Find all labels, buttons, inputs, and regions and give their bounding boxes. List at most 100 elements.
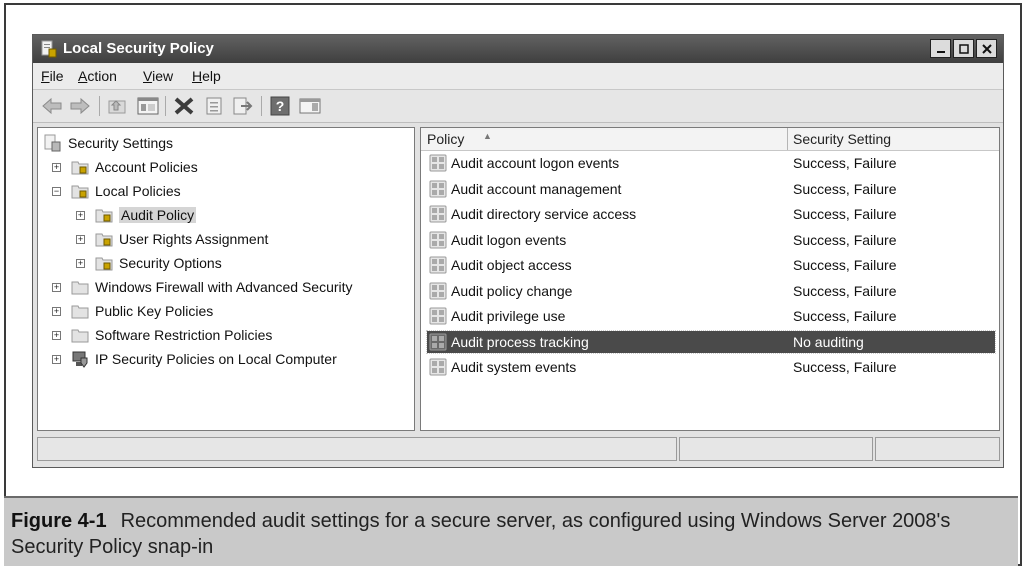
minimize-icon [936,50,945,53]
toolbar: ? [33,90,1003,123]
column-header-policy[interactable]: Policy [427,131,464,147]
menu-help[interactable]: Help [192,68,221,84]
app-window: Local Security Policy File Action View H… [32,34,1004,468]
policy-name: Audit logon events [451,231,567,248]
back-icon[interactable] [41,96,63,116]
folder-icon [71,281,89,295]
tree-item-account-policies[interactable]: + Account Policies [52,156,198,178]
table-row[interactable]: Audit privilege use Success, Failure [427,305,995,327]
policy-setting: No auditing [793,333,864,350]
policy-name: Audit policy change [451,282,573,299]
sort-ascending-icon: ▲ [483,131,492,141]
expand-icon[interactable]: + [76,210,85,220]
audit-policy-icon [429,307,447,325]
expand-icon[interactable]: + [76,234,85,244]
expand-icon[interactable]: + [52,330,61,340]
tree-item-public-key-policies[interactable]: + Public Key Policies [52,300,213,322]
status-panel-3 [875,437,1000,461]
table-row[interactable]: Audit object access Success, Failure [427,254,995,276]
expand-icon[interactable]: + [52,282,61,292]
policy-setting: Success, Failure [793,231,897,248]
security-policy-icon [41,40,57,58]
toolbar-separator [165,96,166,116]
tree-item-user-rights-assignment[interactable]: + User Rights Assignment [76,228,268,250]
show-hide-tree-icon[interactable] [137,96,159,116]
audit-policy-icon [429,256,447,274]
policy-name: Audit process tracking [451,333,589,350]
column-header-security-setting[interactable]: Security Setting [793,131,891,147]
tree-item-windows-firewall[interactable]: + Windows Firewall with Advanced Securit… [52,276,353,298]
policy-name: Audit object access [451,257,572,273]
figure-caption: Figure 4-1 Recommended audit settings for… [4,496,1018,566]
audit-policy-icon [429,333,447,350]
action-pane-icon[interactable] [299,96,321,116]
console-tree: Security Settings + Account Policies − L… [37,127,415,431]
list-header: Policy ▲ Security Setting [421,128,999,151]
audit-policy-icon [429,154,447,172]
tree-item-software-restriction-policies[interactable]: + Software Restriction Policies [52,324,272,346]
table-row[interactable]: Audit account management Success, Failure [427,178,995,200]
toolbar-separator [99,96,100,116]
expand-icon[interactable]: + [76,258,85,268]
tree-item-security-settings[interactable]: Security Settings [44,132,173,154]
policy-name: Audit privilege use [451,308,566,324]
table-row[interactable]: Audit system events Success, Failure [427,356,995,378]
properties-icon[interactable] [203,96,225,116]
title-bar[interactable]: Local Security Policy [33,35,1003,63]
toolbar-separator [261,96,262,116]
window-title: Local Security Policy [63,40,214,57]
policy-setting: Success, Failure [793,206,897,222]
tree-item-security-options[interactable]: + Security Options [76,252,222,274]
table-row[interactable]: Audit logon events Success, Failure [427,229,995,251]
menu-file[interactable]: File [41,68,64,84]
folder-icon [71,305,89,319]
policy-list: Policy ▲ Security Setting Audit account … [420,127,1000,431]
table-row[interactable]: Audit policy change Success, Failure [427,280,995,302]
table-row[interactable]: Audit directory service access Success, F… [427,203,995,225]
policy-name: Audit directory service access [451,206,637,222]
policy-name: Audit account management [451,180,622,197]
folder-lock-icon [95,257,113,271]
help-icon[interactable]: ? [269,96,291,116]
policy-setting: Success, Failure [793,359,897,375]
table-row[interactable]: Audit process tracking No auditing [426,329,996,354]
export-list-icon[interactable] [231,96,253,116]
menu-view[interactable]: View [143,68,173,84]
expand-icon[interactable]: + [52,354,61,364]
folder-lock-icon [71,161,89,175]
window-controls [930,39,997,59]
status-panel-2 [679,437,873,461]
close-icon [981,43,992,54]
policy-setting: Success, Failure [793,180,897,197]
menu-bar: File Action View Help [33,63,1003,90]
audit-policy-icon [429,180,447,197]
folder-lock-icon [95,233,113,247]
caption-text: Recommended audit settings for a secure … [11,510,951,558]
tree-item-local-policies[interactable]: − Local Policies [52,180,181,202]
figure-label: Figure 4-1 [11,510,107,532]
menu-action[interactable]: Action [78,68,117,84]
policy-setting: Success, Failure [793,155,897,171]
collapse-icon[interactable]: − [52,186,61,196]
up-folder-icon[interactable] [107,96,129,116]
security-settings-icon [44,134,61,152]
status-bar [37,437,1000,463]
minimize-button[interactable] [930,39,951,58]
svg-text:?: ? [276,98,285,114]
audit-policy-icon [429,358,447,376]
tree-item-audit-policy[interactable]: + Audit Policy [76,204,197,226]
audit-policy-icon [429,205,447,223]
policy-setting: Success, Failure [793,257,897,273]
forward-icon[interactable] [69,96,91,116]
close-button[interactable] [976,39,997,58]
tree-item-ip-security-policies[interactable]: + IP Security Policies on Local Computer [52,348,337,370]
maximize-button[interactable] [953,39,974,58]
policy-name: Audit account logon events [451,155,620,171]
column-divider[interactable] [787,128,788,150]
table-row[interactable]: Audit account logon events Success, Failu… [427,152,995,174]
delete-icon[interactable] [173,96,195,116]
expand-icon[interactable]: + [52,306,61,316]
policy-setting: Success, Failure [793,282,897,299]
expand-icon[interactable]: + [52,162,61,172]
policy-name: Audit system events [451,359,577,375]
